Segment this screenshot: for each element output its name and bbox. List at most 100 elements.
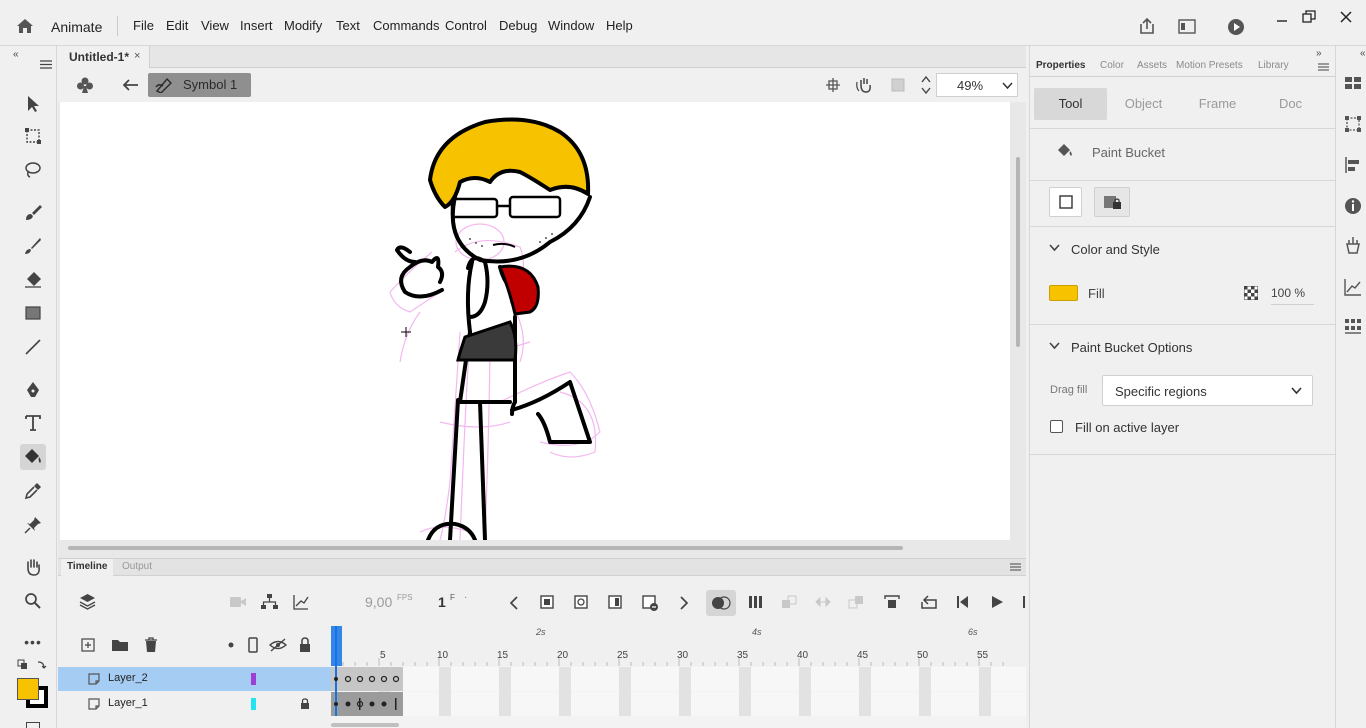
- club-symbol-icon[interactable]: [76, 76, 94, 94]
- segment-object[interactable]: Object: [1107, 88, 1180, 120]
- menu-help[interactable]: Help: [606, 18, 633, 33]
- minimize-icon[interactable]: [1275, 10, 1289, 24]
- timeline-menu-icon[interactable]: [1010, 563, 1021, 571]
- fill-color-swatch[interactable]: [17, 678, 39, 700]
- segment-doc[interactable]: Doc: [1254, 88, 1327, 120]
- tab-library[interactable]: Library: [1258, 60, 1289, 71]
- center-stage-icon[interactable]: [825, 77, 841, 93]
- play-icon[interactable]: [1227, 18, 1245, 36]
- collapse-strip-icon[interactable]: «: [1360, 48, 1366, 59]
- hand-tool-icon[interactable]: [20, 554, 46, 580]
- camera-icon[interactable]: [230, 596, 246, 608]
- layer-row-layer-1[interactable]: Layer_1: [58, 692, 331, 716]
- menu-text[interactable]: Text: [336, 18, 360, 33]
- rotate-stage-icon[interactable]: [855, 76, 875, 94]
- loop-icon[interactable]: [920, 594, 938, 610]
- collapse-icon[interactable]: «: [13, 49, 19, 60]
- menu-view[interactable]: View: [201, 18, 229, 33]
- fill-alpha[interactable]: 100 %: [1271, 286, 1314, 305]
- home-icon[interactable]: [16, 18, 34, 34]
- insert-tween-icon[interactable]: [884, 595, 900, 609]
- panel-icon[interactable]: [1178, 19, 1196, 34]
- align-icon[interactable]: [1344, 156, 1362, 174]
- fill-swatch[interactable]: [1049, 285, 1078, 301]
- eraser-tool-icon[interactable]: [20, 266, 46, 292]
- transform-icon[interactable]: [1344, 115, 1362, 133]
- rectangle-tool-icon[interactable]: [20, 300, 46, 326]
- layer-row-layer-2[interactable]: Layer_2: [58, 667, 331, 691]
- zoom-tool-icon[interactable]: [20, 588, 46, 614]
- chevron-down-icon[interactable]: [1049, 342, 1060, 350]
- tab-motion-presets[interactable]: Motion Presets: [1176, 60, 1243, 71]
- clip-content-icon[interactable]: [890, 77, 906, 93]
- zoom-stepper-icon[interactable]: [920, 74, 932, 96]
- chevron-down-icon[interactable]: [1049, 244, 1060, 252]
- new-layer-icon[interactable]: [81, 638, 95, 652]
- restore-icon[interactable]: [1302, 10, 1316, 24]
- lock-fill-button[interactable]: [1094, 187, 1130, 217]
- tween-icon-1[interactable]: [781, 595, 797, 609]
- outline-layer-icon[interactable]: [248, 637, 258, 653]
- document-tab[interactable]: Untitled-1* ×: [58, 46, 150, 68]
- layer-parenting-icon[interactable]: [261, 594, 278, 610]
- stage-vertical-scrollbar[interactable]: [1016, 157, 1020, 347]
- eyedropper-tool-icon[interactable]: [20, 478, 46, 504]
- info-icon[interactable]: [1344, 197, 1362, 215]
- delete-layer-icon[interactable]: [144, 637, 158, 653]
- symbol-breadcrumb[interactable]: Symbol 1: [148, 73, 251, 97]
- swatches-icon[interactable]: [1344, 76, 1362, 94]
- tab-output[interactable]: Output: [116, 559, 158, 576]
- menu-modify[interactable]: Modify: [284, 18, 322, 33]
- current-frame[interactable]: 1: [438, 594, 446, 610]
- lock-icon[interactable]: [300, 698, 310, 710]
- tween-icon-2[interactable]: [815, 595, 831, 609]
- text-tool-icon[interactable]: [20, 410, 46, 436]
- insert-blank-keyframe-icon[interactable]: [574, 595, 588, 609]
- new-folder-icon[interactable]: [111, 638, 129, 652]
- tab-timeline[interactable]: Timeline: [61, 559, 114, 576]
- graph-icon[interactable]: [293, 594, 309, 610]
- stage-canvas[interactable]: [60, 102, 1010, 540]
- remove-frame-icon[interactable]: [642, 595, 658, 611]
- close-window-icon[interactable]: [1339, 10, 1353, 24]
- tools-menu-icon[interactable]: [40, 60, 52, 69]
- pen-tool-icon[interactable]: [20, 377, 46, 403]
- play-timeline-icon[interactable]: [990, 595, 1004, 609]
- components-icon[interactable]: [1344, 236, 1362, 254]
- tool-extra-icon[interactable]: [26, 722, 40, 728]
- zoom-select[interactable]: 49%: [936, 73, 1018, 97]
- tab-properties[interactable]: Properties: [1036, 60, 1085, 71]
- lock-layer-icon[interactable]: [299, 637, 311, 653]
- menu-window[interactable]: Window: [548, 18, 594, 33]
- tween-icon-3[interactable]: [848, 595, 864, 609]
- menu-edit[interactable]: Edit: [166, 18, 188, 33]
- tab-color[interactable]: Color: [1100, 60, 1124, 71]
- properties-menu-icon[interactable]: [1318, 63, 1329, 71]
- stage-horizontal-scrollbar[interactable]: [68, 546, 903, 550]
- brush-tool-icon[interactable]: [20, 233, 46, 259]
- segment-tool[interactable]: Tool: [1034, 88, 1107, 120]
- tab-assets[interactable]: Assets: [1137, 60, 1167, 71]
- frame-picker-icon[interactable]: [1344, 318, 1362, 336]
- paint-bucket-icon[interactable]: [20, 444, 46, 470]
- menu-debug[interactable]: Debug: [499, 18, 537, 33]
- step-back-icon[interactable]: [956, 595, 972, 609]
- insert-keyframe-icon[interactable]: [540, 595, 554, 609]
- drag-fill-select[interactable]: Specific regions: [1102, 375, 1313, 406]
- share-icon[interactable]: [1138, 17, 1156, 35]
- prev-keyframe-icon[interactable]: [509, 596, 519, 610]
- edit-multiple-frames-icon[interactable]: [748, 595, 764, 609]
- line-tool-icon[interactable]: [20, 334, 46, 360]
- selection-tool-icon[interactable]: [20, 91, 46, 117]
- paint-bucket-options-title[interactable]: Paint Bucket Options: [1071, 340, 1192, 355]
- back-arrow-icon[interactable]: [123, 78, 139, 92]
- more-tools-icon[interactable]: •••: [20, 629, 46, 655]
- layers-icon[interactable]: [79, 593, 96, 610]
- segment-frame[interactable]: Frame: [1181, 88, 1254, 120]
- paint-brush-tool-icon[interactable]: [20, 199, 46, 225]
- fill-active-layer-checkbox[interactable]: [1050, 420, 1063, 433]
- pin-tool-icon[interactable]: [20, 512, 46, 538]
- menu-file[interactable]: File: [133, 18, 154, 33]
- close-tab-icon[interactable]: ×: [134, 50, 140, 62]
- fps-value[interactable]: 9,00: [365, 594, 392, 610]
